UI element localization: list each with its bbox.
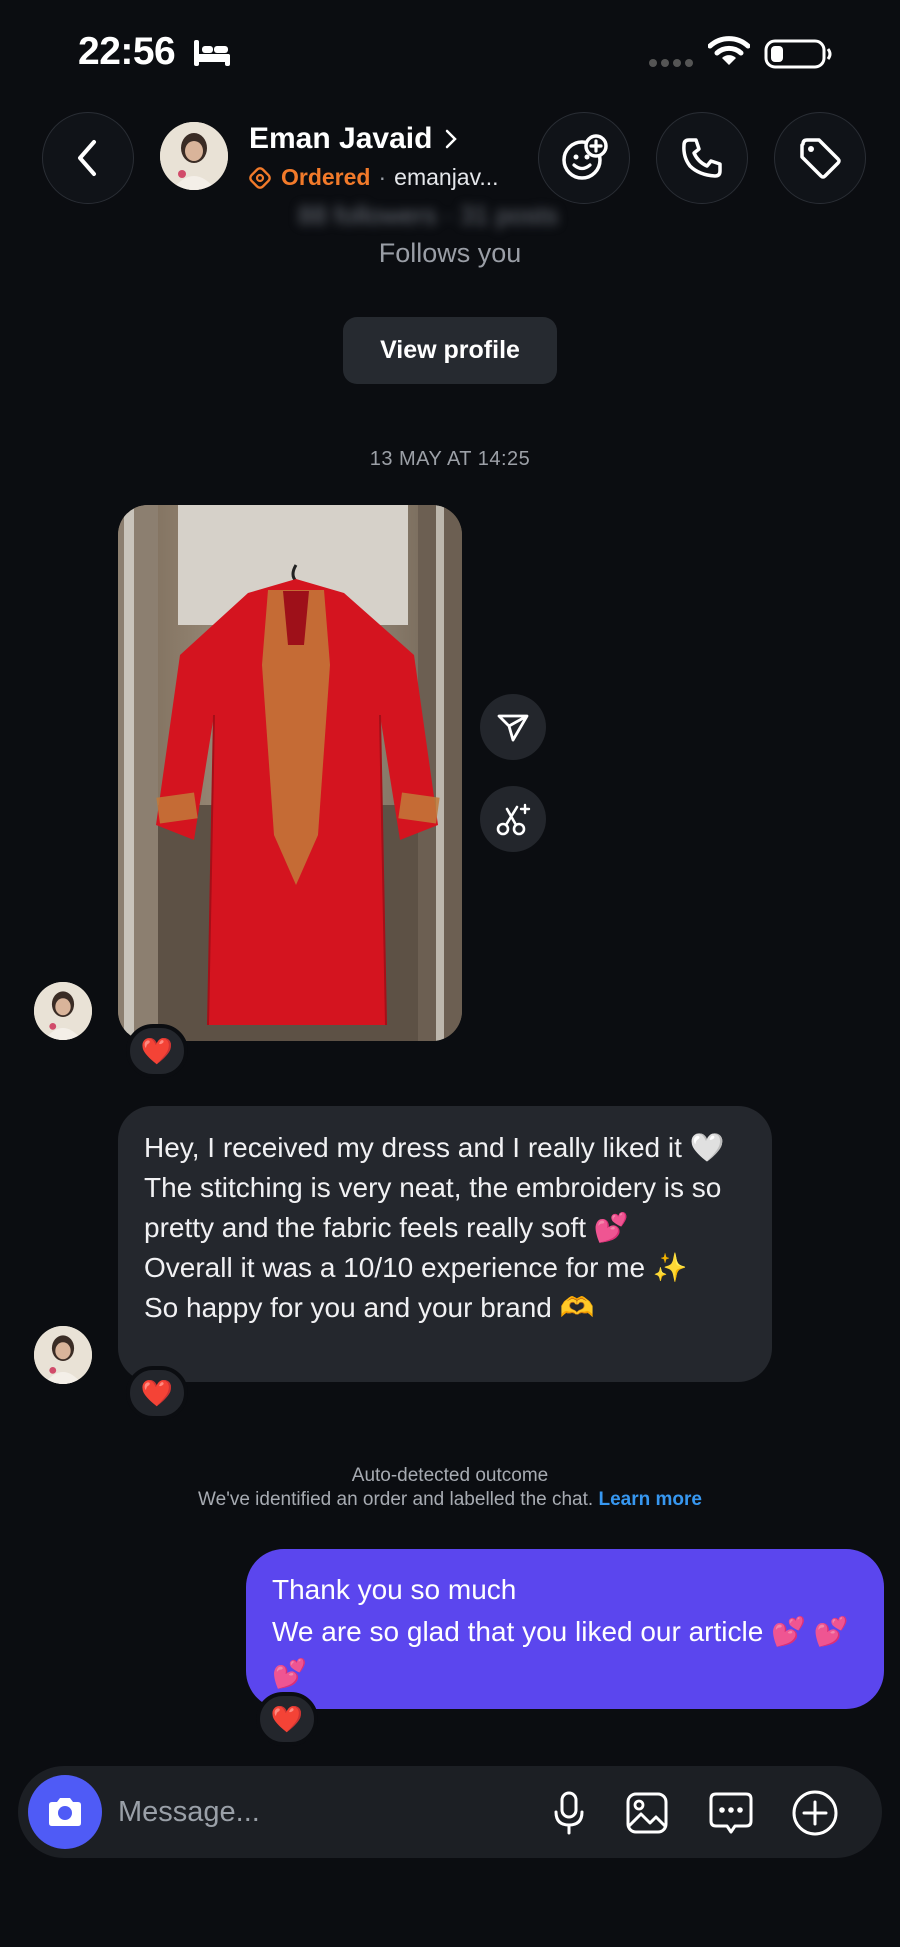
back-button[interactable] [42, 112, 134, 204]
message-line: The stitching is very neat, the embroide… [144, 1172, 722, 1243]
sticker-button[interactable] [706, 1788, 756, 1838]
order-label-icon [249, 166, 271, 189]
profile-stats: 88 followers · 31 posts [298, 200, 559, 230]
share-icon [497, 714, 529, 742]
message-line: So happy for you and your brand 🫶 [144, 1292, 595, 1323]
message-line: Hey, I received my dress and I really li… [144, 1132, 725, 1163]
outcome-text: We've identified an order and labelled t… [198, 1489, 594, 1510]
call-button[interactable] [656, 112, 748, 204]
contact-subtitle: Ordered · emanjav... [249, 164, 499, 191]
wifi-icon [708, 36, 750, 65]
contact-username: emanjav... [394, 164, 499, 190]
avatar-image [160, 122, 228, 190]
share-button[interactable] [480, 694, 546, 760]
contact-name-row[interactable]: Eman Javaid [249, 122, 458, 156]
sender-avatar[interactable] [34, 1326, 92, 1384]
ordered-label: Ordered [281, 164, 371, 190]
subtitle-separator: · [378, 164, 387, 190]
contact-name: Eman Javaid [249, 122, 433, 155]
remix-button[interactable] [480, 786, 546, 852]
message-line: Overall it was a 10/10 experience for me… [144, 1252, 688, 1283]
avatar-image [34, 1326, 92, 1384]
effects-button[interactable] [538, 112, 630, 204]
cellular-signal-icon [649, 59, 693, 67]
shared-photo[interactable] [118, 505, 462, 1041]
more-options-button[interactable] [790, 1788, 840, 1838]
learn-more-link[interactable]: Learn more [598, 1489, 701, 1510]
camera-icon [49, 1798, 81, 1826]
follows-you-label: Follows you [378, 238, 522, 268]
message-reaction[interactable]: ❤️ [256, 1692, 318, 1746]
status-bar: 22:56 [0, 0, 900, 100]
plus-icon [792, 1790, 838, 1836]
sticker-icon [709, 1792, 753, 1834]
chevron-right-icon [446, 129, 458, 149]
message-line: We are so glad that you liked our articl… [272, 1616, 849, 1689]
view-profile-button[interactable]: View profile [343, 317, 557, 384]
label-button[interactable] [774, 112, 866, 204]
contact-avatar[interactable] [160, 122, 228, 190]
gallery-icon [626, 1792, 668, 1834]
back-icon [78, 140, 96, 176]
date-stamp: 13 MAY AT 14:25 [369, 448, 531, 470]
incoming-message[interactable]: Hey, I received my dress and I really li… [118, 1106, 772, 1382]
message-line: Thank you so much [272, 1574, 517, 1605]
gallery-button[interactable] [622, 1788, 672, 1838]
message-reaction[interactable]: ❤️ [126, 1366, 188, 1420]
bed-icon [194, 40, 230, 66]
outgoing-message[interactable]: Thank you so much We are so glad that yo… [246, 1549, 884, 1709]
mic-icon [554, 1791, 584, 1835]
phone-icon [682, 138, 722, 178]
message-composer [18, 1766, 882, 1858]
message-input[interactable] [118, 1788, 448, 1836]
tag-icon [800, 138, 841, 179]
effects-icon [562, 134, 608, 180]
avatar-image [34, 982, 92, 1040]
photo-reaction[interactable]: ❤️ [126, 1024, 188, 1078]
remix-icon [496, 803, 531, 836]
outcome-notice: Auto-detected outcome We've identified a… [0, 1464, 900, 1512]
dress-photo [118, 505, 462, 1041]
battery-icon [764, 39, 832, 69]
outcome-title: Auto-detected outcome [351, 1465, 549, 1486]
status-time: 22:56 [78, 30, 176, 73]
camera-button[interactable] [28, 1775, 102, 1849]
voice-message-button[interactable] [544, 1788, 594, 1838]
sender-avatar[interactable] [34, 982, 92, 1040]
